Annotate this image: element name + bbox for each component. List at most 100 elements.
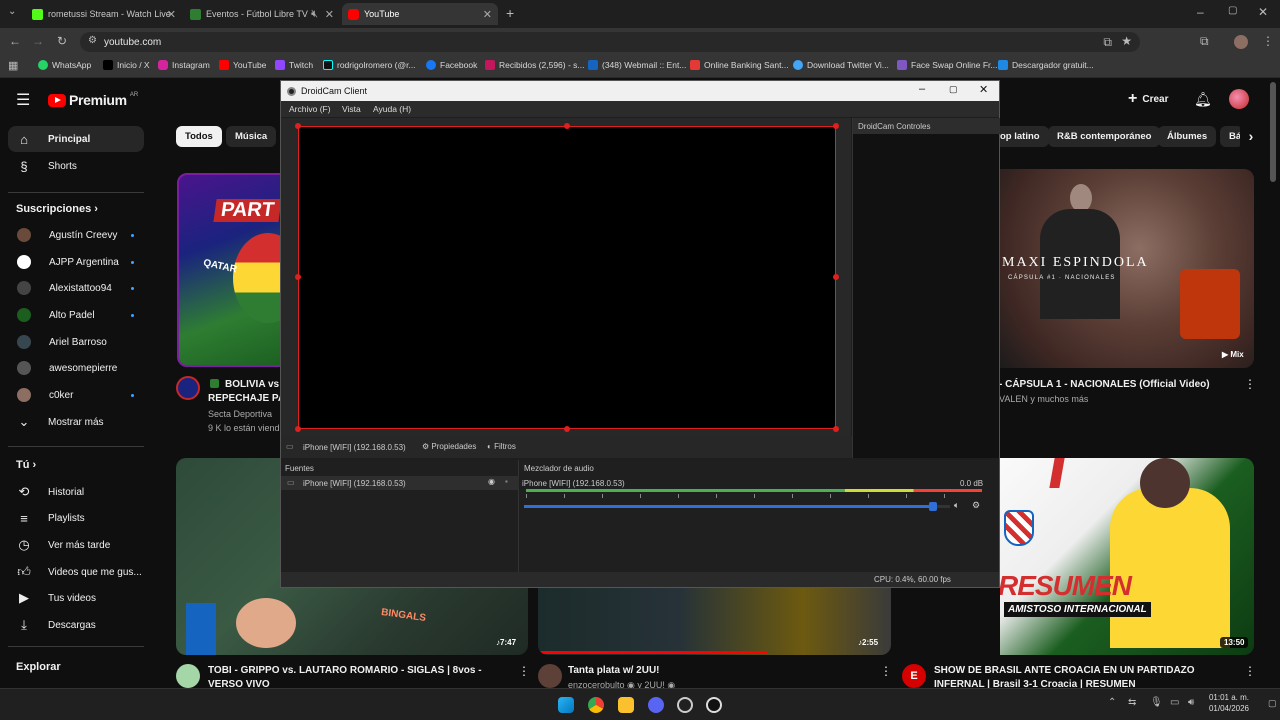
site-info-icon[interactable]: ⚙ bbox=[88, 35, 97, 46]
url-input[interactable]: ⚙ youtube.com ⧉ ★ bbox=[80, 32, 1140, 52]
video-thumbnail[interactable]: ♪2:55 bbox=[538, 586, 891, 655]
visibility-eye-icon[interactable]: ◉ bbox=[488, 477, 495, 486]
sidebar-item-descargas[interactable]: ⤓ Descargas bbox=[8, 612, 144, 638]
resize-handle[interactable] bbox=[564, 123, 570, 129]
menu-archivo[interactable]: Archivo (F) bbox=[289, 104, 331, 114]
sync-icon[interactable]: ⇆ bbox=[1128, 697, 1136, 708]
resize-handle[interactable] bbox=[833, 274, 839, 280]
bookmark-instagram[interactable]: Instagram bbox=[158, 60, 210, 70]
bookmark-star-icon[interactable]: ★ bbox=[1121, 34, 1132, 48]
bookmark-banking[interactable]: Online Banking Sant... bbox=[690, 60, 789, 70]
bookmark-twitch[interactable]: Twitch bbox=[275, 60, 313, 70]
droidcam-taskbar-icon[interactable] bbox=[706, 697, 722, 713]
obs-icon[interactable] bbox=[677, 697, 693, 713]
gear-icon[interactable]: ⚙ bbox=[972, 500, 980, 511]
volume-slider-track[interactable] bbox=[524, 502, 950, 511]
minimize-icon[interactable]: – bbox=[1197, 5, 1204, 19]
resize-handle[interactable] bbox=[295, 274, 301, 280]
resize-handle[interactable] bbox=[564, 426, 570, 432]
close-tab-icon[interactable]: ✕ bbox=[483, 8, 492, 21]
you-header[interactable]: Tú › bbox=[16, 459, 36, 471]
sidebar-sub-awesomepierre[interactable]: awesomepierre bbox=[8, 355, 144, 381]
channel-avatar[interactable] bbox=[176, 376, 200, 400]
hamburger-menu-icon[interactable]: ☰ bbox=[16, 90, 30, 110]
tab-futbol-libre[interactable]: Eventos - Fútbol Libre TV 🔇︎ ✕ bbox=[184, 3, 340, 25]
bookmark-x[interactable]: Inicio / X bbox=[103, 60, 150, 70]
sidebar-item-tus-videos[interactable]: ▶ Tus videos bbox=[8, 585, 144, 611]
resize-handle[interactable] bbox=[295, 426, 301, 432]
chips-next-icon[interactable]: › bbox=[1240, 124, 1262, 148]
filters-button[interactable]: ◐ Filtros bbox=[487, 442, 516, 451]
bookmark-whatsapp[interactable]: WhatsApp bbox=[38, 60, 91, 70]
video-title[interactable]: Tanta plata w/ 2UU! bbox=[568, 664, 660, 677]
video-thumbnail[interactable]: PART QATAR bbox=[177, 173, 297, 367]
page-scrollbar[interactable] bbox=[1270, 82, 1276, 182]
mute-icon[interactable]: 🔇︎ bbox=[311, 8, 318, 21]
espn-avatar-icon[interactable]: E bbox=[902, 664, 926, 688]
resize-handle[interactable] bbox=[295, 123, 301, 129]
reload-icon[interactable]: ↻ bbox=[57, 34, 67, 48]
source-row[interactable]: ▭ iPhone [WIFI] (192.168.0.53) ◉ ▪ bbox=[281, 476, 519, 490]
chip-pop-latino[interactable]: op latino bbox=[998, 126, 1049, 147]
maximize-icon[interactable]: ▢ bbox=[1228, 5, 1237, 16]
resize-handle[interactable] bbox=[833, 426, 839, 432]
video-menu-icon[interactable]: ⋮ bbox=[880, 664, 892, 678]
menu-vista[interactable]: Vista bbox=[342, 104, 361, 114]
close-window-icon[interactable]: ✕ bbox=[979, 83, 988, 96]
bookmark-descargador[interactable]: Descargador gratuit... bbox=[998, 60, 1094, 70]
sidebar-item-liked-videos[interactable]: 👍︎ Videos que me gus... bbox=[8, 559, 144, 585]
bookmark-facebook[interactable]: Facebook bbox=[426, 60, 477, 70]
volume-icon[interactable]: 🔊︎ bbox=[1188, 697, 1194, 708]
close-tab-icon[interactable]: ✕ bbox=[325, 8, 334, 21]
channel-avatar[interactable] bbox=[538, 664, 562, 688]
sidebar-item-shorts[interactable]: § Shorts bbox=[8, 153, 144, 179]
video-title[interactable]: - CÁPSULA 1 - NACIONALES (Official Video… bbox=[999, 378, 1210, 391]
bookmark-twitter-dl[interactable]: Download Twitter Vi... bbox=[793, 60, 889, 70]
chip-musica[interactable]: Música bbox=[226, 126, 277, 147]
tab-youtube[interactable]: YouTube ✕ bbox=[342, 3, 498, 25]
sidebar-sub-alexistattoo94[interactable]: Alexistattoo94 bbox=[8, 275, 144, 301]
speaker-icon[interactable]: 🔈︎ bbox=[954, 500, 959, 511]
sidebar-item-ver-mas-tarde[interactable]: ◷ Ver más tarde bbox=[8, 532, 144, 558]
channel-name[interactable]: Secta Deportiva bbox=[208, 409, 272, 419]
sidebar-sub-ariel-barroso[interactable]: Ariel Barroso bbox=[8, 329, 144, 355]
create-button[interactable]: + Crear bbox=[1128, 90, 1168, 108]
network-icon[interactable]: ▭ bbox=[1170, 697, 1179, 708]
discord-icon[interactable] bbox=[648, 697, 664, 713]
properties-button[interactable]: ⚙ Propiedades bbox=[422, 442, 476, 451]
subscriptions-header[interactable]: Suscripciones › bbox=[16, 203, 98, 215]
camera-preview[interactable] bbox=[295, 123, 839, 432]
channel-name[interactable]: VALEN y muchos más bbox=[999, 394, 1088, 404]
profile-avatar[interactable] bbox=[1234, 35, 1248, 49]
chip-todos[interactable]: Todos bbox=[176, 126, 222, 147]
sidebar-show-more[interactable]: ⌄ Mostrar más bbox=[8, 409, 144, 435]
sidebar-sub-agustin-creevy[interactable]: Agustín Creevy bbox=[8, 222, 144, 248]
sidebar-sub-alto-padel[interactable]: Alto Padel bbox=[8, 302, 144, 328]
video-title[interactable]: BOLIVIA vs bbox=[225, 378, 279, 391]
tray-chevron-icon[interactable]: ⌃ bbox=[1108, 697, 1116, 708]
sidebar-sub-c0ker[interactable]: c0ker bbox=[8, 382, 144, 408]
forward-icon[interactable]: → bbox=[32, 34, 44, 48]
sidebar-sub-ajpp-argentina[interactable]: AJPP Argentina bbox=[8, 249, 144, 275]
minimize-icon[interactable]: – bbox=[919, 83, 925, 95]
chip-albumes[interactable]: Álbumes bbox=[1158, 126, 1217, 147]
bookmark-webmail[interactable]: (348) Webmail :: Ent... bbox=[588, 60, 686, 70]
video-menu-icon[interactable]: ⋮ bbox=[1244, 664, 1256, 678]
bookmark-tiktok[interactable]: rodrigolromero (@r... bbox=[323, 60, 416, 70]
windows-start-icon[interactable] bbox=[558, 697, 574, 713]
video-thumbnail[interactable]: RESUMEN AMISTOSO INTERNACIONAL 13:50 bbox=[1000, 458, 1254, 655]
sidebar-item-playlists[interactable]: ≡ Playlists bbox=[8, 505, 144, 531]
bookmark-youtube[interactable]: YouTube bbox=[219, 60, 266, 70]
apps-grid-icon[interactable]: ▦ bbox=[8, 59, 18, 72]
account-avatar[interactable] bbox=[1229, 89, 1249, 109]
new-tab-icon[interactable]: + bbox=[506, 5, 514, 21]
video-title-line2[interactable]: REPECHAJE PA bbox=[208, 392, 285, 405]
bookmark-mail[interactable]: Recibidos (2,596) - s... bbox=[485, 60, 585, 70]
sidebar-item-principal[interactable]: ⌂ Principal bbox=[8, 126, 144, 152]
chip-rnb[interactable]: R&B contemporáneo bbox=[1048, 126, 1161, 147]
notifications-icon[interactable]: ▢ bbox=[1268, 698, 1277, 709]
menu-ayuda[interactable]: Ayuda (H) bbox=[373, 104, 411, 114]
install-icon[interactable]: ⧉ bbox=[1103, 35, 1112, 50]
file-explorer-icon[interactable] bbox=[618, 697, 634, 713]
volume-slider-knob[interactable] bbox=[928, 502, 937, 511]
